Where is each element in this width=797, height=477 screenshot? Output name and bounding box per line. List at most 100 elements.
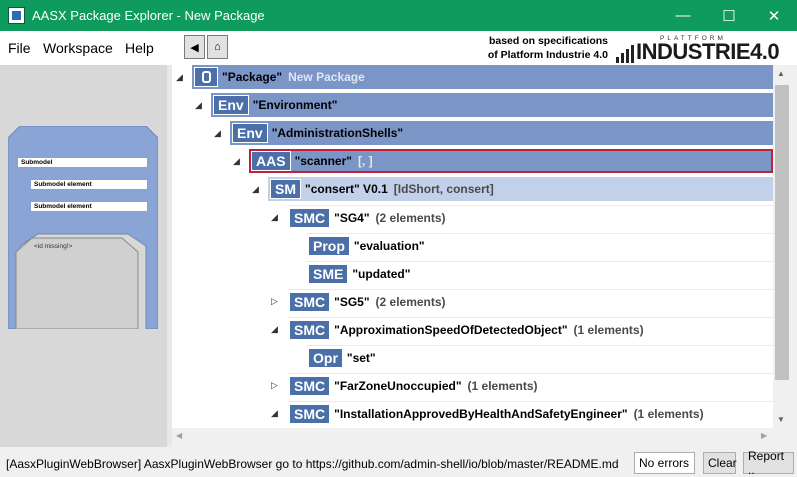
scroll-up-icon[interactable]: ▲ (777, 69, 785, 78)
node-info: [, ] (357, 154, 373, 168)
collapse-arrow-icon[interactable]: ◢ (252, 184, 259, 195)
node-info: (1 elements) (633, 406, 704, 421)
tree-row[interactable]: Env "Environment" (211, 93, 773, 117)
node-type-badge: SMC (289, 319, 331, 340)
logo-bars-icon (616, 45, 634, 63)
node-type-badge (194, 67, 218, 87)
tree-row[interactable]: SM "consert" V0.1 [IdShort, consert] (268, 177, 773, 201)
collapse-arrow-icon[interactable]: ◢ (271, 408, 278, 419)
spec-line-1: based on specifications (488, 35, 608, 47)
logo-word: INDUSTRIE (636, 39, 751, 64)
node-name: "ApproximationSpeedOfDetectedObject" (334, 322, 568, 337)
menu-bar: File Workspace Help ◀ ⌂ based on specifi… (0, 31, 797, 65)
node-type-badge: SMC (289, 291, 331, 312)
scroll-right-icon[interactable]: ▶ (761, 431, 767, 440)
tree-row[interactable]: Env "AdministrationShells" (230, 121, 773, 145)
status-bar: [AasxPluginWebBrowser] AasxPluginWebBrow… (0, 449, 797, 477)
node-name: "Package" (222, 70, 283, 84)
node-type-badge: SMC (289, 375, 331, 396)
horizontal-scrollbar[interactable]: ◀ ▶ (172, 428, 773, 446)
node-type-badge: AAS (251, 151, 291, 171)
right-edge (791, 65, 797, 447)
collapse-arrow-icon[interactable]: ◢ (233, 156, 240, 167)
collapse-arrow-icon[interactable]: ◢ (271, 324, 278, 335)
tree-row[interactable]: "Package" New Package (192, 65, 773, 89)
app-icon (8, 7, 25, 24)
node-info: [IdShort, consert] (393, 182, 494, 196)
back-button[interactable]: ◀ (184, 35, 205, 59)
tree-row[interactable]: Opr "set" (306, 345, 773, 369)
node-type-badge: Env (213, 95, 249, 115)
collapse-arrow-icon[interactable]: ◢ (271, 212, 278, 223)
node-type-badge: SMC (289, 207, 331, 228)
logo-main-text: INDUSTRIE4.0 (636, 39, 780, 64)
close-button[interactable]: ✕ (751, 0, 797, 31)
node-name: "scanner" (294, 154, 352, 168)
node-name: "SG4" (334, 210, 370, 225)
preview-panel: Submodel Submodel element Submodel eleme… (0, 65, 167, 447)
node-info: (2 elements) (375, 294, 446, 309)
node-name: "Environment" (252, 98, 338, 112)
expand-arrow-icon[interactable]: ▷ (271, 296, 278, 307)
spec-text: based on specifications of Platform Indu… (478, 34, 608, 62)
preview-missing-label: <id missing!> (34, 243, 73, 250)
collapse-arrow-icon[interactable]: ◢ (195, 100, 202, 111)
home-button[interactable]: ⌂ (207, 35, 228, 59)
node-type-badge: Prop (308, 235, 350, 256)
node-type-badge: Env (232, 123, 268, 143)
package-icon (201, 71, 211, 83)
scroll-corner (773, 428, 791, 446)
node-name: "set" (346, 350, 376, 365)
node-name: "FarZoneUnoccupied" (334, 378, 462, 393)
vertical-scrollbar[interactable]: ▲ ▼ (773, 65, 791, 428)
logo-version: 4.0 (750, 39, 780, 64)
node-name: "SG5" (334, 294, 370, 309)
title-bar: AASX Package Explorer - New Package — ☐ … (0, 0, 797, 31)
home-icon: ⌂ (214, 41, 221, 53)
node-name: "AdministrationShells" (271, 126, 404, 140)
node-type-badge: Opr (308, 347, 343, 368)
node-type-badge: SME (308, 263, 349, 284)
tree-row[interactable]: SMC "FarZoneUnoccupied" (1 elements) (287, 373, 773, 397)
expand-arrow-icon[interactable]: ▷ (271, 380, 278, 391)
window-title: AASX Package Explorer - New Package (32, 8, 265, 23)
collapse-arrow-icon[interactable]: ◢ (176, 72, 183, 83)
node-name: "consert" V0.1 (305, 182, 388, 196)
node-type-badge: SMC (289, 403, 331, 424)
error-count-box: No errors (634, 452, 695, 474)
node-info: (2 elements) (375, 210, 446, 225)
node-name: "InstallationApprovedByHealthAndSafetyEn… (334, 406, 628, 421)
preview-submodel-label: Submodel (17, 157, 148, 168)
maximize-button[interactable]: ☐ (706, 0, 752, 31)
preview-element-label: Submodel element (30, 201, 148, 212)
spec-line-2: of Platform Industrie 4.0 (487, 49, 608, 61)
minimize-button[interactable]: — (660, 0, 706, 31)
node-info: New Package (288, 70, 365, 84)
tree-row[interactable]: Prop "evaluation" (306, 233, 773, 257)
tree-row[interactable]: AAS "scanner" [, ] (249, 149, 773, 173)
industrie-logo: PLATTFORM INDUSTRIE4.0 (616, 35, 794, 63)
clear-button[interactable]: Clear (703, 452, 737, 474)
tree-row[interactable]: SMC "ApproximationSpeedOfDetectedObject" (… (287, 317, 773, 341)
node-type-badge: SM (270, 179, 301, 199)
tree-row[interactable]: SME "updated" (306, 261, 773, 285)
node-name: "evaluation" (353, 238, 425, 253)
node-name: "updated" (352, 266, 411, 281)
scroll-thumb[interactable] (775, 85, 789, 380)
aas-tree-view[interactable]: ◢ "Package" New Package ◢ Env "Environment" ◢ E… (172, 65, 773, 428)
node-info: (1 elements) (573, 322, 644, 337)
tree-row[interactable]: SMC "SG4" (2 elements) (287, 205, 773, 229)
scroll-left-icon[interactable]: ◀ (176, 431, 182, 440)
tree-row[interactable]: SMC "InstallationApprovedByHealthAndSafet… (287, 401, 773, 425)
tree-row[interactable]: SMC "SG5" (2 elements) (287, 289, 773, 313)
app-window: AASX Package Explorer - New Package — ☐ … (0, 0, 797, 477)
menu-file[interactable]: File (8, 40, 31, 56)
menu-workspace[interactable]: Workspace (43, 40, 113, 56)
back-arrow-icon: ◀ (190, 41, 199, 54)
collapse-arrow-icon[interactable]: ◢ (214, 128, 221, 139)
status-message: [AasxPluginWebBrowser] AasxPluginWebBrow… (6, 457, 619, 471)
report-button[interactable]: Report .. (743, 449, 794, 477)
scroll-down-icon[interactable]: ▼ (777, 415, 785, 424)
preview-element-label: Submodel element (30, 179, 148, 190)
menu-help[interactable]: Help (125, 40, 154, 56)
